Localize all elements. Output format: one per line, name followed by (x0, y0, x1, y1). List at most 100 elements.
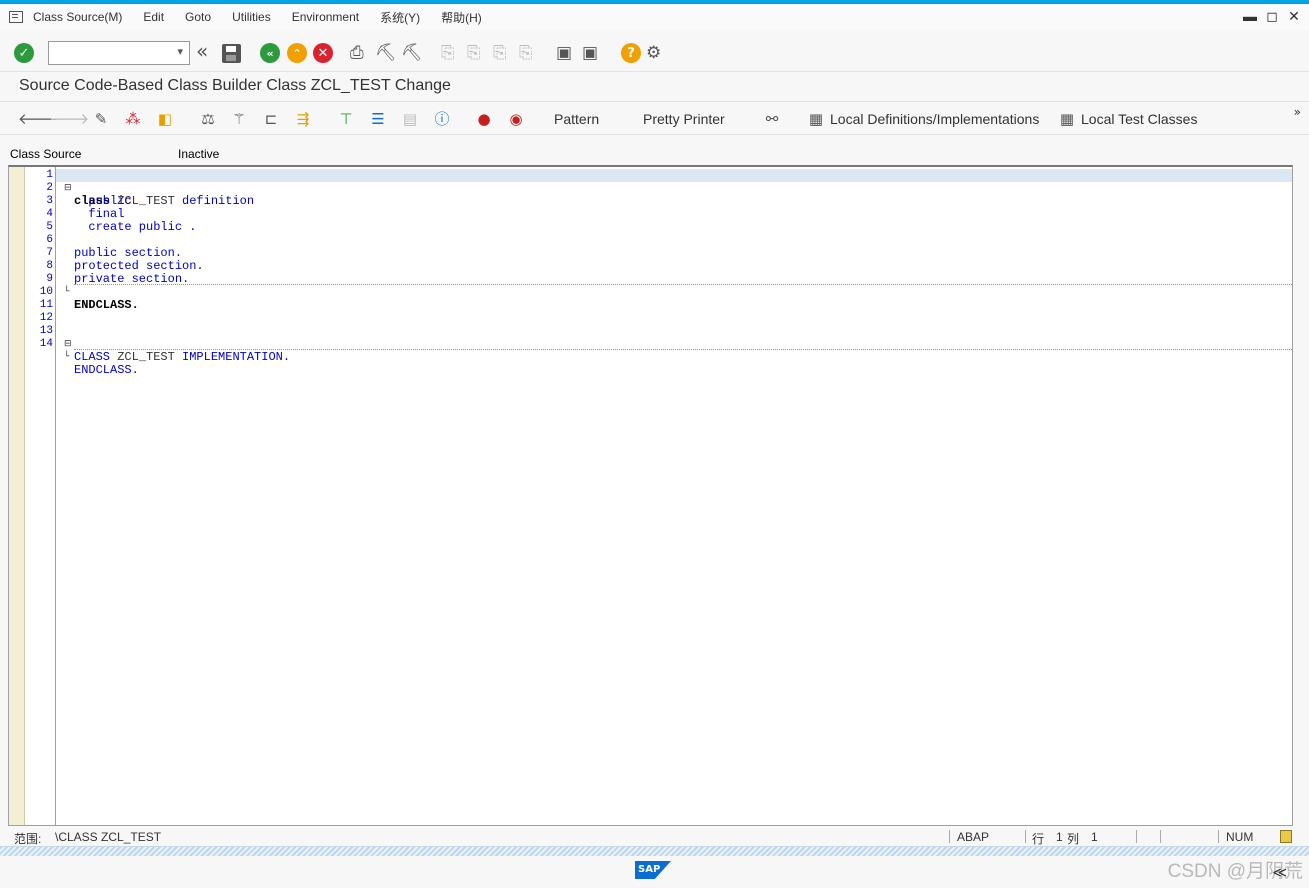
back-arrow-icon[interactable]: 🡐 (18, 109, 58, 129)
outline-icon[interactable]: ☰ (368, 109, 388, 129)
status-stripe (0, 846, 1309, 856)
menu-system[interactable]: 系统(Y) (380, 9, 420, 26)
line-number-gutter: 1 2 3 4 5 6 7 8 9 10 11 12 13 14 (25, 167, 56, 825)
source-label: Class Source (10, 147, 82, 161)
local-defs-icon: ▦ (808, 110, 824, 128)
menu-utilities[interactable]: Utilities (232, 10, 271, 24)
block-separator (74, 349, 1292, 350)
layout-icon[interactable]: ▤ (400, 109, 420, 129)
check-icon[interactable]: ⚖ (198, 109, 218, 129)
exit-icon[interactable]: ⌃ (287, 43, 307, 63)
menu-help[interactable]: 帮助(H) (441, 9, 482, 26)
previous-page-icon[interactable]: ⎘ (467, 43, 481, 63)
footer: SAP CSDN @月阴荒 ≪ (0, 856, 1309, 888)
application-toolbar: 🡐 🡒 ✎ ⁂ ◧ ⚖ ⚚ ⊏ ⇶ ⊤ ☰ ▤ ⓘ ● ◉ Pattern Pr… (0, 101, 1309, 135)
num-lock-indicator: NUM (1226, 830, 1254, 844)
navigate-icon[interactable]: ⇶ (293, 109, 313, 129)
forward-arrow-icon[interactable]: 🡒 (49, 109, 89, 129)
code-line-8[interactable]: private section. (56, 260, 1292, 286)
save-icon[interactable] (222, 44, 241, 63)
shortcut-icon[interactable]: ▣ (582, 43, 598, 63)
external-breakpoint-icon[interactable]: ◉ (506, 109, 526, 129)
language-indicator: ABAP (957, 830, 990, 844)
local-definitions-button[interactable]: Local Definitions/Implementations (830, 111, 1039, 127)
where-used-icon[interactable]: ⊏ (261, 109, 281, 129)
line-number: 9 (46, 273, 53, 285)
dependency-icon[interactable]: ⚯ (762, 109, 782, 129)
code-editor[interactable]: 1 2 3 4 5 6 7 8 9 10 11 12 13 14 ⊟ class… (8, 165, 1293, 826)
next-page-icon[interactable]: ⎘ (493, 43, 507, 63)
status-bar: 范围: \CLASS ZCL_TEST ABAP 行 1 列 1 NUM (0, 828, 1309, 846)
double-left-icon[interactable]: « (196, 41, 208, 61)
code-line-13[interactable]: ⊟ CLASS ZCL_TEST IMPLEMENTATION. (56, 325, 1292, 364)
status-separator (1025, 830, 1026, 843)
window-controls: ▬ ◻ ✕ (1243, 8, 1301, 25)
notes-icon[interactable] (1280, 830, 1292, 843)
hierarchy-icon[interactable]: ⊤ (336, 109, 356, 129)
code-token: ZCL_TEST (110, 350, 183, 364)
col-value: 1 (1091, 830, 1098, 844)
menu-goto[interactable]: Goto (185, 10, 211, 24)
breakpoint-icon[interactable]: ● (474, 109, 494, 129)
code-line-7[interactable]: protected section. (56, 247, 1292, 273)
enter-icon[interactable]: ✓ (14, 43, 34, 63)
line-number: 3 (46, 195, 53, 207)
status-separator (1160, 830, 1161, 843)
cancel-icon[interactable]: ✕ (313, 43, 333, 63)
code-line-1[interactable]: ⊟ class ZCL_TEST definition (56, 169, 1292, 208)
activate-icon[interactable]: ◧ (155, 109, 175, 129)
magic-wand-icon[interactable]: ⚚ (229, 109, 249, 129)
print-icon[interactable]: ⎙ (350, 43, 364, 63)
back-icon[interactable]: « (260, 43, 280, 63)
status-separator (1136, 830, 1137, 843)
last-page-icon[interactable]: ⎘ (519, 43, 533, 63)
line-number: 11 (39, 299, 53, 311)
line-number: 13 (39, 325, 53, 337)
scope-label: 范围: (14, 832, 42, 846)
settings-icon[interactable]: ⚙ (646, 43, 661, 63)
line-number: 4 (46, 208, 53, 220)
pattern-button[interactable]: Pattern (554, 111, 599, 127)
menu-class-source[interactable]: Class Source(M) (33, 10, 122, 24)
system-menu-icon[interactable] (9, 11, 23, 23)
block-separator (74, 284, 1292, 285)
code-line-2[interactable]: public (56, 182, 1292, 208)
help-icon[interactable]: ? (621, 43, 641, 63)
status-separator (949, 830, 950, 843)
first-page-icon[interactable]: ⎘ (441, 43, 455, 63)
menu-bar: Class Source(M) Edit Goto Utilities Envi… (0, 4, 1309, 30)
local-test-classes-button[interactable]: Local Test Classes (1081, 111, 1197, 127)
find-icon[interactable]: ⛏ (375, 43, 397, 63)
code-token: ENDCLASS. (74, 298, 139, 312)
fold-end-icon: └ (64, 287, 70, 297)
line-number: 5 (46, 221, 53, 233)
editor-header: Class Source Inactive (0, 145, 1309, 163)
title-row: Source Code-Based Class Builder Class ZC… (0, 71, 1309, 101)
more-icon[interactable]: » (1294, 105, 1301, 119)
pretty-printer-button[interactable]: Pretty Printer (643, 111, 725, 127)
command-field[interactable]: ▾ (48, 41, 190, 65)
minimize-icon[interactable]: ▬ (1243, 8, 1257, 24)
marker-gutter (9, 167, 25, 825)
code-area[interactable]: ⊟ class ZCL_TEST definition public final… (56, 167, 1292, 825)
display-change-icon[interactable]: ✎ (91, 109, 111, 129)
code-token: IMPLEMENTATION. (182, 350, 291, 364)
code-line-3[interactable]: final (56, 195, 1292, 221)
line-number: 7 (46, 247, 53, 259)
close-icon[interactable]: ✕ (1287, 8, 1301, 24)
find-next-icon[interactable]: ⛏ (401, 43, 423, 63)
active-inactive-icon[interactable]: ⁂ (123, 109, 143, 129)
code-line-4[interactable]: create public . (56, 208, 1292, 234)
line-number: 2 (46, 182, 53, 194)
menu-environment[interactable]: Environment (292, 10, 359, 24)
new-session-icon[interactable]: ▣ (556, 43, 572, 63)
restore-icon[interactable]: ◻ (1265, 8, 1279, 24)
status-label: Inactive (178, 147, 220, 161)
menu-edit[interactable]: Edit (143, 10, 164, 24)
command-dropdown-icon[interactable]: ▾ (177, 45, 183, 58)
local-tests-icon: ▦ (1059, 110, 1075, 128)
info-icon[interactable]: ⓘ (432, 109, 452, 129)
code-line-6[interactable]: public section. (56, 234, 1292, 260)
collapse-icon[interactable]: ≪ (1272, 865, 1287, 881)
line-number: 1 (46, 169, 53, 181)
